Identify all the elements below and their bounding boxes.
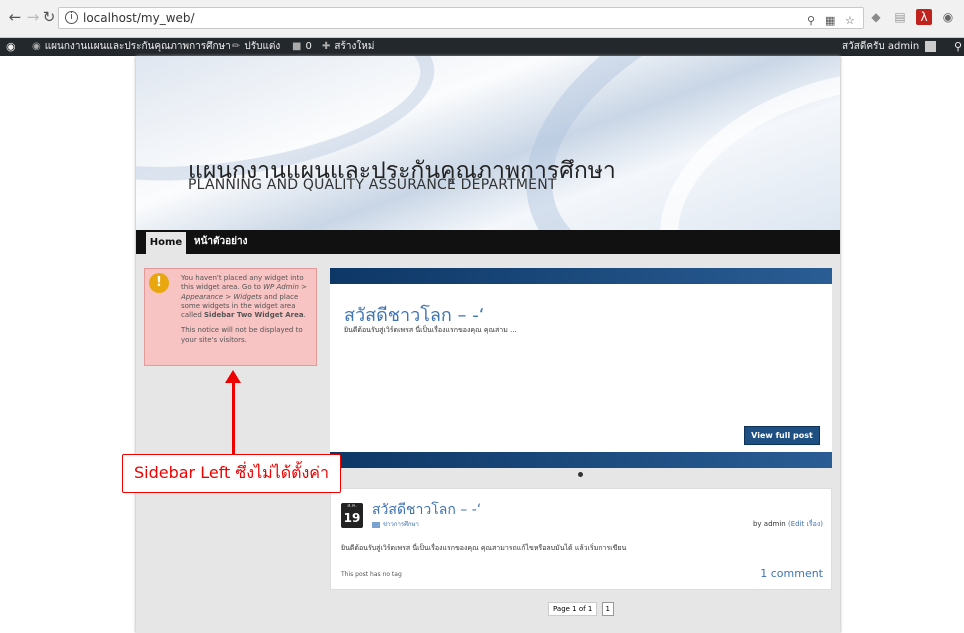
post-category[interactable]: ข่าวการศึกษา [372,519,419,529]
annotation-label: Sidebar Left ซึ่งไม่ได้ตั้งค่า [122,454,341,493]
bookmark-icon[interactable]: ▤ [892,9,908,25]
camera-icon[interactable]: ◉ [940,9,956,25]
post-card: ส.ค. 19 สวัสดีชาวโลก – -‘ ข่าวการศึกษา b… [330,488,832,590]
date-badge: ส.ค. 19 [341,503,363,528]
back-arrow-icon[interactable]: ← [6,8,24,26]
edit-post-link[interactable]: (Edit เรื่อง) [788,520,823,528]
pagination: Page 1 of 1 1 [548,602,614,616]
search-icon[interactable]: ⚲ [954,38,962,56]
slider-top-bar [330,268,832,284]
folder-icon [372,521,380,528]
post-tags: This post has no tag [341,571,402,578]
site-description: PLANNING AND QUALITY ASSURANCE DEPARTMEN… [188,177,557,193]
post-title[interactable]: สวัสดีชาวโลก – -‘ [372,499,481,521]
post-meta: by admin (Edit เรื่อง) [753,519,823,530]
post-excerpt: ยินดีต้อนรับสู่เวิร์ดเพรส นี่เป็นเรื่องแ… [341,544,627,552]
translate-icon[interactable]: ▦ [825,11,835,31]
reload-icon[interactable]: ↻ [40,8,58,26]
warning-icon: ! [149,273,169,293]
annotation-arrow-line [232,380,235,454]
star-icon[interactable]: ☆ [845,11,855,31]
info-icon[interactable]: i [65,11,78,24]
admin-bar-account[interactable]: สวัสดีครับ admin [842,38,937,56]
dashboard-icon: ◉ [32,41,41,52]
browser-toolbar: ← → ↻ i localhost/my_web/ ⚲ ▦ ☆ ◆ ▤ λ ◉ [0,0,964,38]
site-header: แผนกงานแผนและประกันคุณภาพการศึกษา PLANNI… [136,56,840,230]
slider-pager-dot[interactable] [578,472,583,477]
address-bar[interactable]: i localhost/my_web/ ⚲ ▦ ☆ [58,7,864,29]
main-navigation: Home หน้าตัวอย่าง [136,230,840,254]
nav-item-sample-page[interactable]: หน้าตัวอย่าง [194,230,248,254]
post-comments-link[interactable]: 1 comment [760,567,823,580]
pdf-icon[interactable]: λ [916,9,932,25]
view-full-post-button[interactable]: View full post [744,426,820,445]
brush-icon: ✏ [232,41,241,52]
site-container: แผนกงานแผนและประกันคุณภาพการศึกษา PLANNI… [136,56,840,633]
wp-admin-bar: ◉ ◉ แผนกงานแผนและประกันคุณภาพการศึกษา ✏ ปร… [0,38,964,56]
plus-icon: ✚ [322,41,331,52]
slider-bottom-bar [330,452,832,468]
zoom-icon[interactable]: ⚲ [807,11,815,31]
comment-icon: ■ [292,41,302,52]
admin-bar-customize[interactable]: ✏ ปรับแต่ง [232,38,280,56]
wordpress-logo-icon[interactable]: ◉ [6,38,16,56]
admin-bar-site-name[interactable]: ◉ แผนกงานแผนและประกันคุณภาพการศึกษา [32,38,231,56]
url-text: localhost/my_web/ [83,11,195,25]
post-author[interactable]: by admin [753,520,786,528]
avatar [925,40,937,52]
admin-bar-comments[interactable]: ■ 0 [292,38,312,56]
admin-bar-new[interactable]: ✚ สร้างใหม่ [322,38,374,56]
sidebar-widget-notice: ! You haven't placed any widget into thi… [144,268,317,366]
notice-text: You haven't placed any widget into this … [181,274,307,344]
slide-excerpt: ยินดีต้อนรับสู่เวิร์ดเพรส นี่เป็นเรื่องแ… [344,326,517,334]
page-info: Page 1 of 1 [548,602,598,616]
extension-icon[interactable]: ◆ [868,9,884,25]
page-number-current[interactable]: 1 [601,602,614,616]
featured-slider: สวัสดีชาวโลก – -‘ ยินดีต้อนรับสู่เวิร์ดเ… [330,284,832,452]
nav-item-home[interactable]: Home [146,232,186,254]
